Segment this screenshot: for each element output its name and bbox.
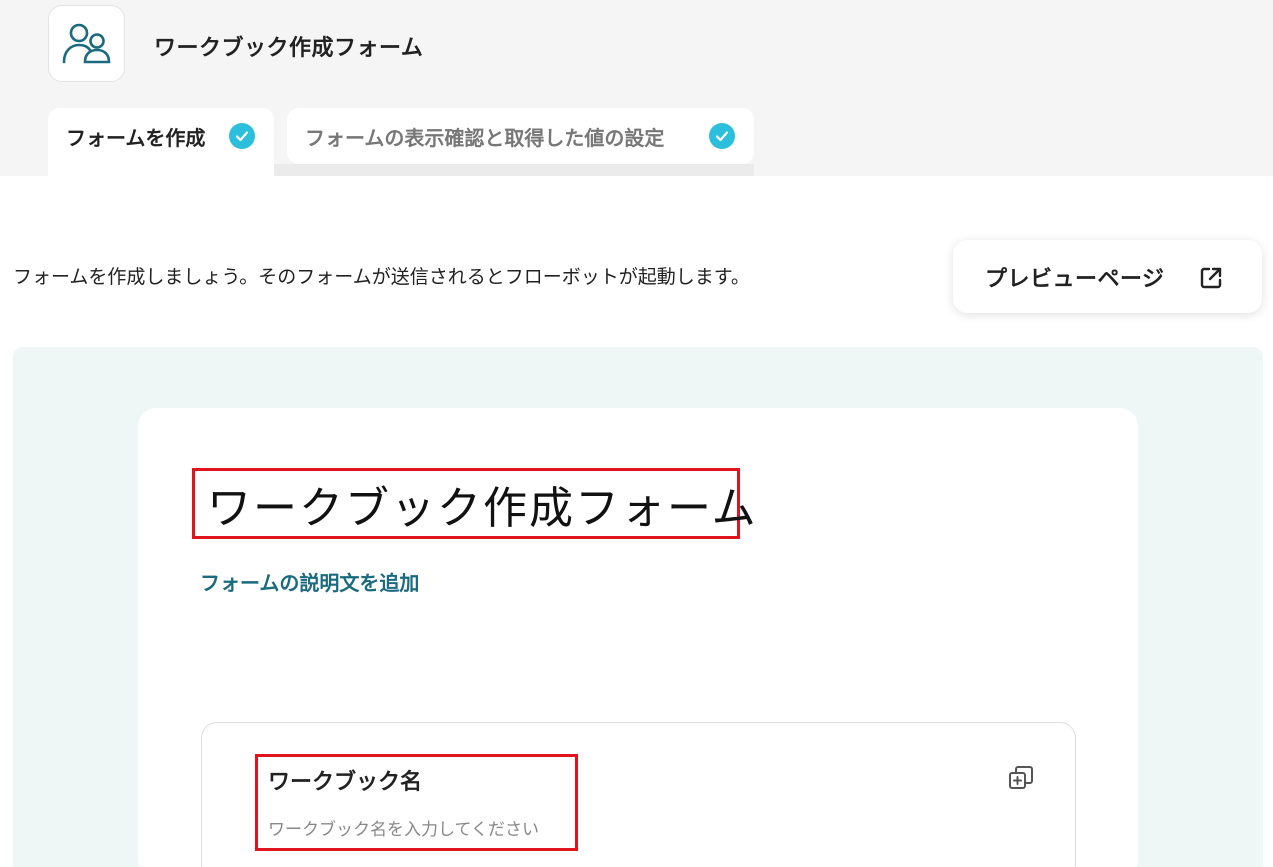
add-description-link[interactable]: フォームの説明文を追加 (200, 567, 419, 596)
tab-confirm-display[interactable]: フォームの表示確認と取得した値の設定 (287, 108, 754, 164)
form-title-highlight: ワークブック作成フォーム (192, 468, 756, 539)
app-title: ワークブック作成フォーム (154, 36, 424, 61)
users-icon (48, 5, 125, 82)
field-placeholder: ワークブック名を入力してください (268, 820, 539, 840)
duplicate-icon[interactable] (1007, 764, 1035, 796)
check-circle-icon (709, 123, 735, 149)
tab-strip (274, 164, 754, 176)
page: ワークブック作成フォーム フォームを作成 フォームの表示確認と取得した値の設定 … (0, 0, 1273, 867)
external-link-icon (1199, 266, 1223, 294)
tab-create-form[interactable]: フォームを作成 (48, 108, 274, 176)
tab-label: フォームを作成 (66, 125, 206, 150)
preview-page-button[interactable]: プレビューページ (953, 240, 1262, 313)
field-label: ワークブック名 (268, 770, 423, 795)
tab-label: フォームの表示確認と取得した値の設定 (305, 125, 665, 150)
check-circle-icon (229, 123, 255, 149)
header: ワークブック作成フォーム フォームを作成 フォームの表示確認と取得した値の設定 (0, 0, 1273, 176)
intro-text: フォームを作成しましょう。そのフォームが送信されるとフローボットが起動します。 (13, 266, 750, 288)
form-title[interactable]: ワークブック作成フォーム (207, 472, 758, 536)
preview-button-label: プレビューページ (985, 266, 1165, 292)
